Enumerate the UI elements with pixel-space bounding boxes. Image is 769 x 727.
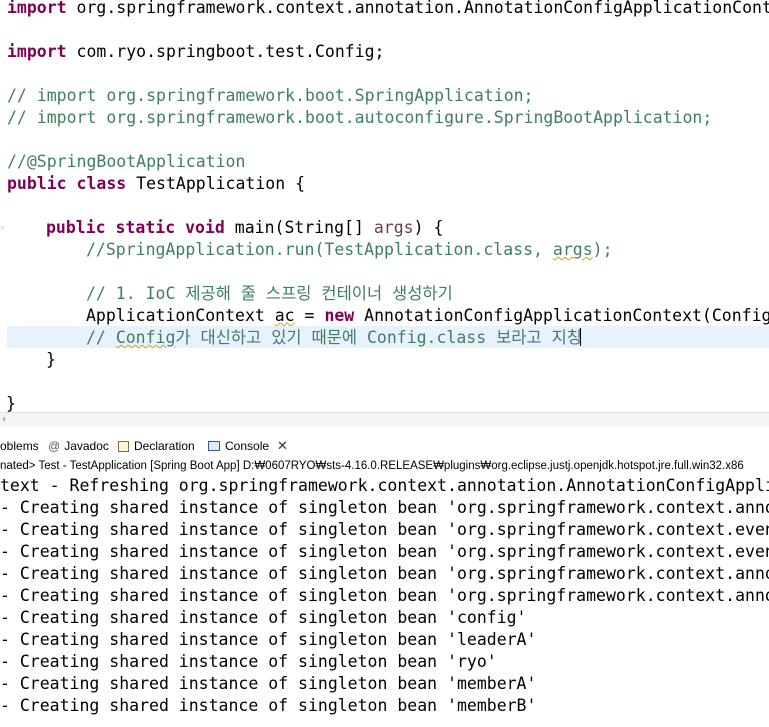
parameter-name: args: [373, 218, 414, 237]
code-line-9[interactable]: // 1. IoC 제공해 줄 스프링 컨테이너 생성하기: [86, 283, 453, 305]
console-icon: [208, 441, 220, 451]
code-line-3[interactable]: // import org.springframework.boot.Sprin…: [7, 85, 534, 107]
console-line: - Creating shared instance of singleton …: [0, 630, 537, 649]
code-text: //SpringApplication.run(TestApplication.…: [86, 240, 553, 259]
code-line-7[interactable]: public static void main(String[] args) {: [46, 217, 443, 239]
code-line-8[interactable]: //SpringApplication.run(TestApplication.…: [86, 239, 613, 261]
code-text: com.ryo.springboot.test.Config;: [66, 42, 385, 61]
editor-horizontal-scrollbar[interactable]: ‹: [0, 412, 769, 427]
code-line-11[interactable]: // Config가 대신하고 있기 때문에 Config.class 보라고 …: [86, 327, 582, 349]
tab-label: Console: [225, 439, 270, 453]
override-marker-icon[interactable]: ◦: [0, 224, 5, 234]
code-text: TestApplication {: [126, 174, 306, 193]
keyword: public: [7, 174, 67, 193]
tab-label: Declaration: [134, 439, 195, 453]
declaration-icon: [118, 440, 129, 452]
keyword: void: [185, 218, 225, 237]
code-text: );: [592, 240, 613, 259]
code-text: main(String[]: [224, 218, 374, 237]
tab-console[interactable]: Console ✕: [208, 435, 288, 457]
code-text: AnnotationConfigApplicationContext(Confi…: [354, 306, 769, 325]
code-text: org.springframework.context.annotation.A…: [66, 0, 769, 17]
console-line: - Creating shared instance of singleton …: [0, 696, 537, 715]
tab-declaration[interactable]: Declaration: [118, 435, 195, 457]
console-line: - Creating shared instance of singleton …: [0, 652, 497, 671]
code-text: //: [86, 328, 116, 347]
code-line-1[interactable]: import org.springframework.context.annot…: [7, 0, 769, 19]
keyword: static: [115, 218, 176, 237]
bottom-panel-tabs: oblems @ Javadoc Declaration Console ✕: [0, 435, 769, 457]
tab-problems[interactable]: oblems: [0, 435, 39, 457]
code-text: ApplicationContext: [86, 306, 275, 325]
tab-javadoc[interactable]: @ Javadoc: [48, 435, 109, 457]
keyword: import: [7, 0, 67, 17]
console-output[interactable]: text - Refreshing org.springframework.co…: [0, 475, 769, 727]
console-line: - Creating shared instance of singleton …: [0, 608, 527, 627]
code-editor[interactable]: import org.springframework.context.annot…: [0, 0, 769, 412]
code-line-6[interactable]: public class TestApplication {: [7, 173, 305, 195]
code-line-13[interactable]: }: [6, 393, 16, 412]
console-line: - Creating shared instance of singleton …: [0, 674, 537, 693]
code-text: 가 대신하고 있기 때문에 Config.class 보라고 지칭: [175, 328, 582, 347]
keyword: class: [76, 174, 127, 193]
code-text: ) {: [413, 218, 444, 237]
spell-warning: args: [552, 240, 593, 259]
keyword: import: [7, 42, 67, 61]
tab-label: Javadoc: [64, 439, 109, 453]
console-line: - Creating shared instance of singleton …: [0, 542, 769, 561]
tab-label: oblems: [0, 439, 39, 453]
console-line: - Creating shared instance of singleton …: [0, 520, 769, 539]
code-line-2[interactable]: import com.ryo.springboot.test.Config;: [7, 41, 385, 63]
at-icon: @: [48, 439, 61, 453]
code-line-4[interactable]: // import org.springframework.boot.autoc…: [7, 107, 712, 129]
console-process-label: nated> Test - TestApplication [Spring Bo…: [0, 460, 744, 472]
scroll-left-icon[interactable]: ‹: [2, 413, 6, 427]
console-line: - Creating shared instance of singleton …: [0, 586, 769, 605]
spell-warning: Config: [115, 328, 176, 347]
code-text: =: [294, 306, 325, 325]
code-line-12[interactable]: }: [46, 349, 56, 371]
console-line: text - Refreshing org.springframework.co…: [0, 476, 769, 495]
keyword: new: [324, 306, 355, 325]
console-line: - Creating shared instance of singleton …: [0, 498, 769, 517]
close-icon[interactable]: ✕: [277, 435, 288, 457]
code-line-10[interactable]: ApplicationContext ac = new AnnotationCo…: [86, 305, 769, 327]
console-line: - Creating shared instance of singleton …: [0, 564, 769, 583]
unused-variable-warning: ac: [274, 306, 295, 325]
text-caret: [580, 328, 581, 346]
code-line-5[interactable]: //@SpringBootApplication: [7, 151, 245, 173]
keyword: public: [46, 218, 106, 237]
panel-separator[interactable]: [0, 427, 769, 435]
